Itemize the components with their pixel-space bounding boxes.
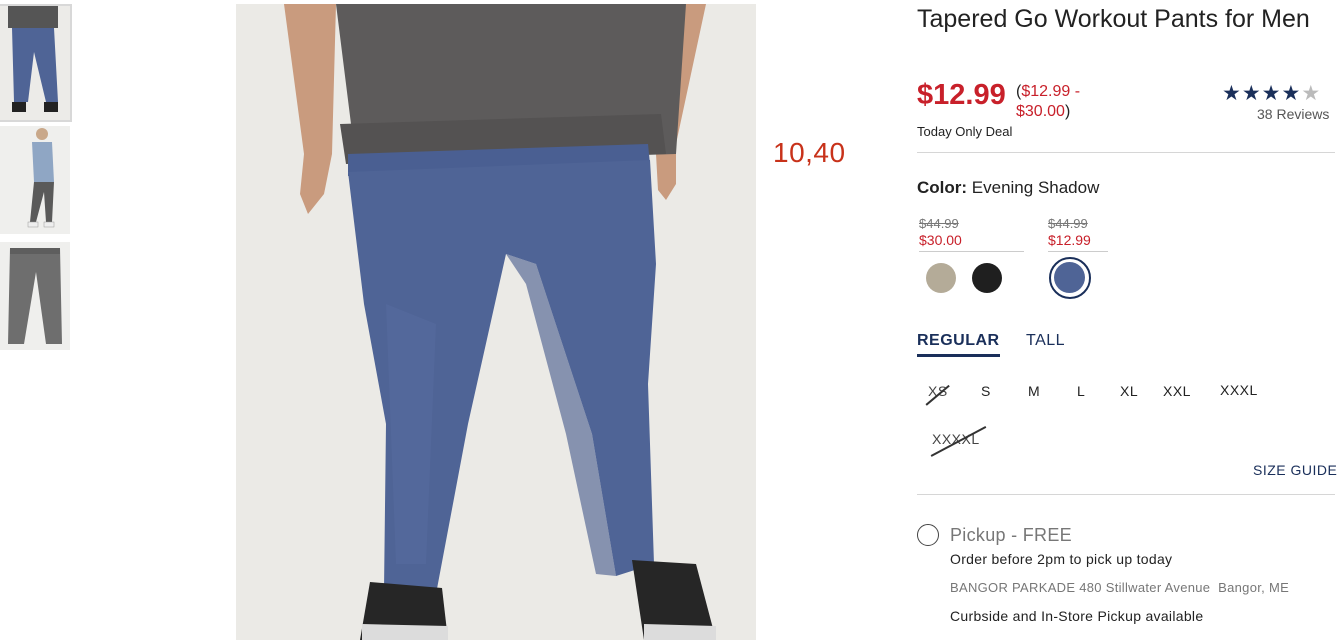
size-xxl[interactable]: XXL bbox=[1163, 383, 1191, 399]
pickup-radio[interactable] bbox=[917, 524, 939, 546]
product-title: Tapered Go Workout Pants for Men bbox=[917, 5, 1310, 33]
size-guide-link[interactable]: SIZE GUIDE bbox=[1253, 462, 1337, 478]
pickup-order-note: Order before 2pm to pick up today bbox=[950, 551, 1173, 567]
thumbnail-side-image bbox=[0, 126, 70, 234]
color-value: Evening Shadow bbox=[971, 178, 1100, 197]
sale-price: $30.00 bbox=[919, 232, 962, 248]
product-photo bbox=[236, 4, 756, 640]
divider bbox=[917, 494, 1335, 495]
swatch-evening-shadow bbox=[1054, 262, 1085, 293]
group-rule bbox=[919, 251, 1024, 252]
swatch-khaki[interactable] bbox=[926, 263, 956, 293]
original-price: $44.99 bbox=[1048, 216, 1088, 231]
price-range-text: $12.99 - $30.00 bbox=[1016, 83, 1081, 120]
current-price: $12.99 bbox=[917, 79, 1006, 111]
tab-tall[interactable]: TALL bbox=[1026, 332, 1065, 350]
thumbnail-flat-image bbox=[0, 242, 70, 350]
size-s[interactable]: S bbox=[981, 383, 991, 399]
group-rule bbox=[1048, 251, 1108, 252]
size-m[interactable]: M bbox=[1028, 383, 1040, 399]
star-icon-half: ★ bbox=[1301, 82, 1322, 105]
pickup-curbside-note: Curbside and In-Store Pickup available bbox=[950, 608, 1204, 624]
size-xs[interactable]: XS bbox=[928, 383, 948, 399]
color-selection: Color: Evening Shadow bbox=[917, 178, 1099, 198]
price-range-close: ) bbox=[1064, 103, 1071, 120]
sale-price: $12.99 bbox=[1048, 232, 1091, 248]
reviews-link[interactable]: 38 Reviews bbox=[1257, 106, 1329, 122]
overlay-number: 10,40 bbox=[773, 137, 846, 168]
thumbnail-flat[interactable] bbox=[0, 242, 70, 350]
thumbnail-front-image bbox=[0, 6, 70, 120]
divider bbox=[917, 152, 1335, 153]
price-group-30: $44.99 $30.00 bbox=[919, 216, 1024, 252]
thumbnail-front[interactable] bbox=[0, 4, 72, 122]
size-xl[interactable]: XL bbox=[1120, 383, 1138, 399]
tab-regular[interactable]: REGULAR bbox=[917, 332, 1000, 357]
swatch-black[interactable] bbox=[972, 263, 1002, 293]
size-xxxl[interactable]: XXXL bbox=[1220, 382, 1258, 398]
star-icons-full: ★★★★ bbox=[1222, 82, 1302, 105]
color-label: Color: bbox=[917, 178, 968, 197]
size-l[interactable]: L bbox=[1077, 383, 1085, 399]
main-product-image[interactable] bbox=[236, 4, 756, 640]
thumbnail-side[interactable] bbox=[0, 126, 70, 234]
pickup-store: BANGOR PARKADE 480 Stillwater Avenue Ban… bbox=[950, 580, 1290, 595]
deal-label: Today Only Deal bbox=[917, 124, 1013, 139]
price-group-12: $44.99 $12.99 bbox=[1048, 216, 1108, 252]
price-range: ($12.99 - $30.00) bbox=[1016, 82, 1106, 122]
swatch-evening-shadow-selected[interactable] bbox=[1049, 257, 1091, 299]
original-price: $44.99 bbox=[919, 216, 959, 231]
star-rating[interactable]: ★★★★★ bbox=[1222, 81, 1321, 106]
pickup-label[interactable]: Pickup - FREE bbox=[950, 525, 1072, 546]
